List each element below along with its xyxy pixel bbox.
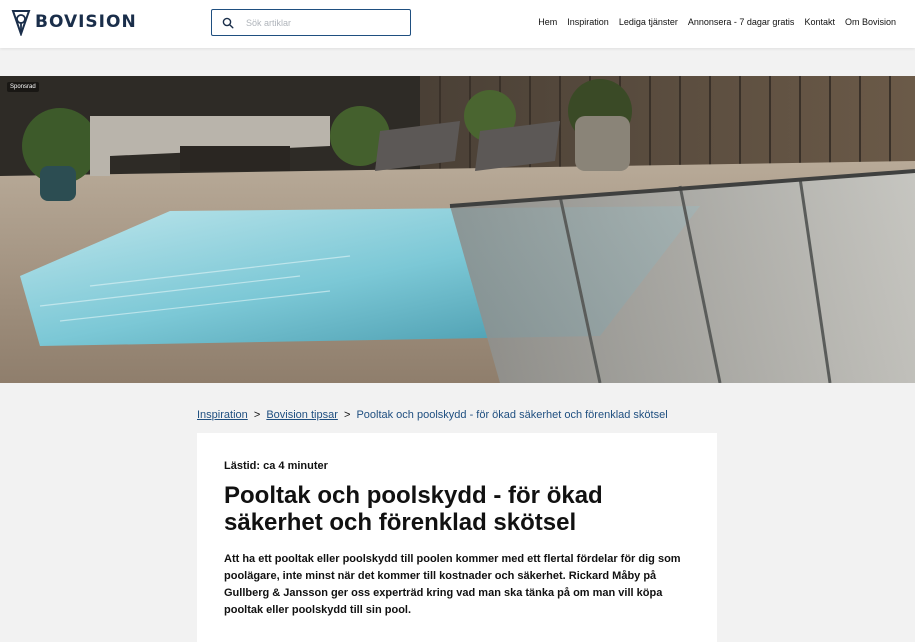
nav-item-hem[interactable]: Hem — [538, 17, 557, 27]
search-box[interactable] — [211, 9, 411, 36]
breadcrumb-separator: > — [253, 409, 261, 421]
breadcrumb-link-inspiration[interactable]: Inspiration — [197, 409, 248, 421]
hero-image: Sponsrad — [0, 76, 915, 383]
bovision-logo-icon — [11, 9, 31, 36]
article-card: Lästid: ca 4 minuter Pooltak och poolsky… — [197, 433, 717, 642]
breadcrumb-current: Pooltak och poolskydd - för ökad säkerhe… — [356, 409, 668, 421]
logo-text: BOVISION — [35, 12, 137, 32]
nav-item-lediga-tjanster[interactable]: Lediga tjänster — [619, 17, 678, 27]
main-nav: Hem Inspiration Lediga tjänster Annonser… — [538, 17, 896, 27]
breadcrumb: Inspiration > Bovision tipsar > Pooltak … — [197, 409, 668, 421]
sponsored-badge: Sponsrad — [7, 82, 39, 92]
pool-illustration — [0, 76, 915, 383]
breadcrumb-separator: > — [343, 409, 351, 421]
search-icon[interactable] — [222, 17, 234, 29]
search-input[interactable] — [246, 17, 401, 28]
nav-item-om-bovision[interactable]: Om Bovision — [845, 17, 896, 27]
bovision-logo[interactable]: BOVISION — [11, 8, 137, 36]
article-lead: Att ha ett pooltak eller poolskydd till … — [224, 553, 681, 616]
nav-item-inspiration[interactable]: Inspiration — [567, 17, 609, 27]
breadcrumb-link-bovision-tipsar[interactable]: Bovision tipsar — [266, 409, 338, 421]
site-header: BOVISION Hem Inspiration Lediga tjänster… — [0, 0, 915, 48]
nav-item-kontakt[interactable]: Kontakt — [804, 17, 835, 27]
article-title: Pooltak och poolskydd - för ökad säkerhe… — [224, 482, 603, 536]
nav-item-annonsera[interactable]: Annonsera - 7 dagar gratis — [688, 17, 795, 27]
read-time: Lästid: ca 4 minuter — [224, 460, 328, 472]
